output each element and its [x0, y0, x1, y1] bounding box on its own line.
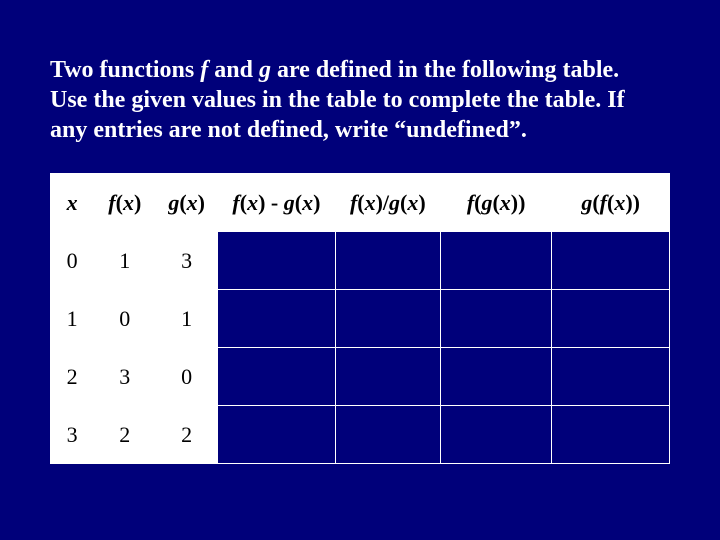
table-row: 101 — [51, 290, 670, 348]
cell-gx: 0 — [156, 348, 218, 406]
cell-fx: 1 — [94, 232, 156, 290]
cell-fg — [440, 406, 551, 464]
problem-statement: Two functions f and g are defined in the… — [50, 55, 670, 145]
cell-gx: 1 — [156, 290, 218, 348]
cell-diff — [218, 348, 336, 406]
cell-div — [335, 348, 440, 406]
cell-fx: 3 — [94, 348, 156, 406]
cell-x: 1 — [51, 290, 94, 348]
cell-fg — [440, 348, 551, 406]
col-gx: g(x) — [156, 174, 218, 232]
col-fg: f(g(x)) — [440, 174, 551, 232]
cell-x: 0 — [51, 232, 94, 290]
cell-diff — [218, 406, 336, 464]
col-x: x — [51, 174, 94, 232]
function-table: x f(x) g(x) f(x) - g(x) f(x)/g(x) f(g(x)… — [50, 173, 670, 464]
table-row: 230 — [51, 348, 670, 406]
cell-fx: 2 — [94, 406, 156, 464]
cell-fg — [440, 232, 551, 290]
cell-fx: 0 — [94, 290, 156, 348]
cell-gf — [552, 290, 670, 348]
cell-div — [335, 290, 440, 348]
cell-gf — [552, 232, 670, 290]
cell-gx: 2 — [156, 406, 218, 464]
cell-diff — [218, 290, 336, 348]
cell-x: 3 — [51, 406, 94, 464]
table-header-row: x f(x) g(x) f(x) - g(x) f(x)/g(x) f(g(x)… — [51, 174, 670, 232]
cell-diff — [218, 232, 336, 290]
col-diff: f(x) - g(x) — [218, 174, 336, 232]
cell-fg — [440, 290, 551, 348]
col-div: f(x)/g(x) — [335, 174, 440, 232]
col-gf: g(f(x)) — [552, 174, 670, 232]
table-body: 013101230322 — [51, 232, 670, 464]
col-fx: f(x) — [94, 174, 156, 232]
cell-gf — [552, 406, 670, 464]
cell-div — [335, 232, 440, 290]
table-row: 013 — [51, 232, 670, 290]
cell-x: 2 — [51, 348, 94, 406]
table-row: 322 — [51, 406, 670, 464]
cell-gf — [552, 348, 670, 406]
slide: Two functions f and g are defined in the… — [0, 0, 720, 540]
cell-gx: 3 — [156, 232, 218, 290]
cell-div — [335, 406, 440, 464]
